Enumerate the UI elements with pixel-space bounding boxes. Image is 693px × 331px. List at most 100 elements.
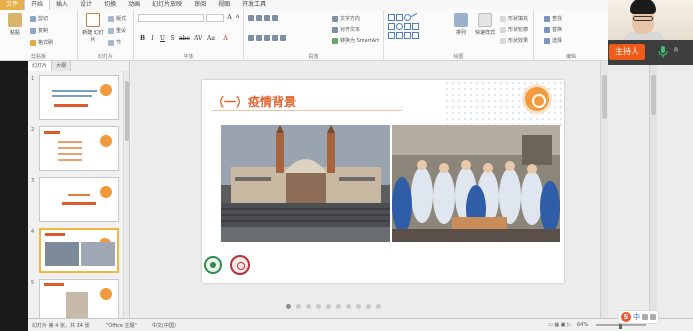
view-buttons[interactable]: ▭ ▦ ▣ ▷ bbox=[548, 322, 571, 328]
convert-smartart-button[interactable]: 转换为 SmartArt bbox=[332, 37, 379, 44]
format-painter-button[interactable]: 格式刷 bbox=[30, 39, 53, 46]
shape-rectangle[interactable] bbox=[388, 14, 395, 21]
microphone-icon[interactable] bbox=[658, 46, 668, 58]
cut-button[interactable]: 剪切 bbox=[30, 15, 48, 22]
shape-oval[interactable] bbox=[404, 14, 411, 21]
theme-status: "Office 主题" bbox=[106, 323, 137, 329]
slide-canvas[interactable]: （一）疫情背景 bbox=[202, 80, 564, 283]
ribbon-tab[interactable]: 开发工具 bbox=[236, 0, 272, 10]
shape-rect-2[interactable] bbox=[388, 23, 395, 30]
page-dot[interactable] bbox=[296, 304, 301, 309]
char-spacing-button[interactable]: AV bbox=[194, 35, 202, 42]
ribbon-tab[interactable]: 插入 bbox=[50, 0, 74, 10]
shape-outline-button[interactable]: 形状轮廓 bbox=[500, 26, 528, 33]
slide-thumbnail-row[interactable]: 4 bbox=[28, 228, 124, 274]
page-dot[interactable] bbox=[356, 304, 361, 309]
shape-more[interactable] bbox=[412, 32, 419, 39]
text-direction-button[interactable]: 文字方向 bbox=[332, 15, 360, 22]
zoom-level[interactable]: 64% bbox=[577, 322, 588, 328]
page-dot[interactable] bbox=[346, 304, 351, 309]
select-button[interactable]: 选择 bbox=[544, 37, 562, 44]
slide-thumbnail-row[interactable]: 1 bbox=[28, 75, 124, 121]
arrange-button[interactable]: 排列 bbox=[450, 13, 472, 36]
shape-triangle[interactable] bbox=[404, 23, 411, 30]
slide-title[interactable]: （一）疫情背景 bbox=[212, 93, 296, 110]
font-color-button[interactable]: A bbox=[222, 35, 229, 42]
medical-team-photo[interactable] bbox=[392, 125, 560, 242]
ribbon-tab[interactable]: 视图 bbox=[212, 0, 236, 10]
shape-fill-button[interactable]: 形状填充 bbox=[500, 15, 528, 22]
change-case-button[interactable]: Aa bbox=[207, 35, 215, 42]
font-name-field[interactable] bbox=[138, 14, 204, 22]
layout-button[interactable]: 版式 bbox=[108, 15, 126, 22]
font-size-field[interactable] bbox=[206, 14, 224, 22]
align-buttons[interactable] bbox=[248, 35, 286, 41]
shape-arrow[interactable] bbox=[412, 23, 419, 30]
shrink-font-button[interactable]: A bbox=[234, 14, 241, 21]
shape-textbox[interactable] bbox=[396, 14, 403, 21]
page-dot[interactable] bbox=[376, 304, 381, 309]
slide-thumbnail[interactable] bbox=[39, 75, 119, 120]
ime-settings-icon[interactable] bbox=[642, 314, 648, 320]
new-slide-button[interactable]: 新建 幻灯片 bbox=[82, 13, 104, 43]
section-button[interactable]: 节 bbox=[108, 39, 121, 46]
ribbon-tab[interactable]: 幻灯片放映 bbox=[146, 0, 188, 10]
replace-button[interactable]: 替换 bbox=[544, 26, 562, 33]
page-dot[interactable] bbox=[316, 304, 321, 309]
clipboard-group: 粘贴 剪切 复制 格式刷 剪贴板 bbox=[0, 10, 78, 61]
ribbon-tab[interactable]: 动画 bbox=[122, 0, 146, 10]
slide-number: 3 bbox=[31, 178, 35, 184]
shadow-button[interactable]: S bbox=[169, 35, 176, 42]
strikethrough-button[interactable]: abc bbox=[179, 35, 190, 42]
find-button[interactable]: 查找 bbox=[544, 15, 562, 22]
italic-button[interactable]: I bbox=[149, 35, 156, 42]
ribbon-tab[interactable]: 审阅 bbox=[188, 0, 212, 10]
station-photo[interactable] bbox=[221, 125, 390, 242]
slide-thumbnail-row[interactable]: 2 bbox=[28, 126, 124, 172]
shape-effects-button[interactable]: 形状效果 bbox=[500, 37, 528, 44]
slide-thumbnail-row[interactable]: 3 bbox=[28, 177, 124, 223]
page-dot[interactable] bbox=[366, 304, 371, 309]
paste-button[interactable]: 粘贴 bbox=[4, 13, 26, 36]
columns-icon bbox=[280, 35, 286, 41]
slide-thumbnail[interactable] bbox=[39, 228, 119, 273]
page-dot[interactable] bbox=[306, 304, 311, 309]
page-dot[interactable] bbox=[286, 304, 291, 309]
bullets-button[interactable] bbox=[248, 15, 278, 21]
ime-toolbar[interactable]: S 中 bbox=[618, 310, 659, 324]
paragraph-group: 文字方向 对齐文本 转换为 SmartArt 段落 bbox=[244, 10, 384, 61]
ime-keyboard-icon[interactable] bbox=[650, 314, 656, 320]
panel-tab[interactable]: 大纲 bbox=[52, 61, 72, 71]
shape-brace[interactable] bbox=[388, 32, 395, 39]
quick-styles-button[interactable]: 快速样式 bbox=[472, 13, 498, 36]
editor-scrollbar[interactable] bbox=[600, 61, 608, 318]
ribbon-tab[interactable]: 文件 bbox=[0, 0, 25, 10]
align-text-button[interactable]: 对齐文本 bbox=[332, 26, 360, 33]
font-group: A A B I U S abc AV Aa A 字体 bbox=[134, 10, 244, 61]
panel-scrollbar[interactable] bbox=[123, 71, 129, 318]
shape-circle[interactable] bbox=[396, 23, 403, 30]
slide-thumbnail[interactable] bbox=[39, 126, 119, 171]
panel-tab[interactable]: 幻灯片 bbox=[28, 61, 53, 71]
host-name-initial: R bbox=[674, 47, 679, 54]
shape-line[interactable] bbox=[410, 12, 421, 23]
copy-button[interactable]: 复制 bbox=[30, 27, 48, 34]
ribbon-tab[interactable]: 设计 bbox=[74, 0, 98, 10]
language-status[interactable]: 中文(中国) bbox=[152, 322, 176, 329]
page-dot[interactable] bbox=[326, 304, 331, 309]
ribbon-tab[interactable]: 切换 bbox=[98, 0, 122, 10]
thumb-decoration bbox=[100, 135, 112, 147]
page-dot[interactable] bbox=[336, 304, 341, 309]
shape-star[interactable] bbox=[396, 32, 403, 39]
bold-button[interactable]: B bbox=[139, 35, 146, 42]
ribbon-tab[interactable]: 开始 bbox=[24, 0, 51, 10]
underline-button[interactable]: U bbox=[159, 35, 166, 42]
reset-button[interactable]: 重设 bbox=[108, 27, 126, 34]
slide-page-indicator bbox=[286, 304, 381, 309]
slide-thumbnail[interactable] bbox=[39, 177, 119, 222]
outline-icon bbox=[500, 26, 506, 33]
grow-font-button[interactable]: A bbox=[226, 14, 233, 21]
right-scrollbar[interactable] bbox=[649, 65, 657, 318]
shape-callout[interactable] bbox=[404, 32, 411, 39]
ime-mode[interactable]: 中 bbox=[633, 312, 640, 322]
